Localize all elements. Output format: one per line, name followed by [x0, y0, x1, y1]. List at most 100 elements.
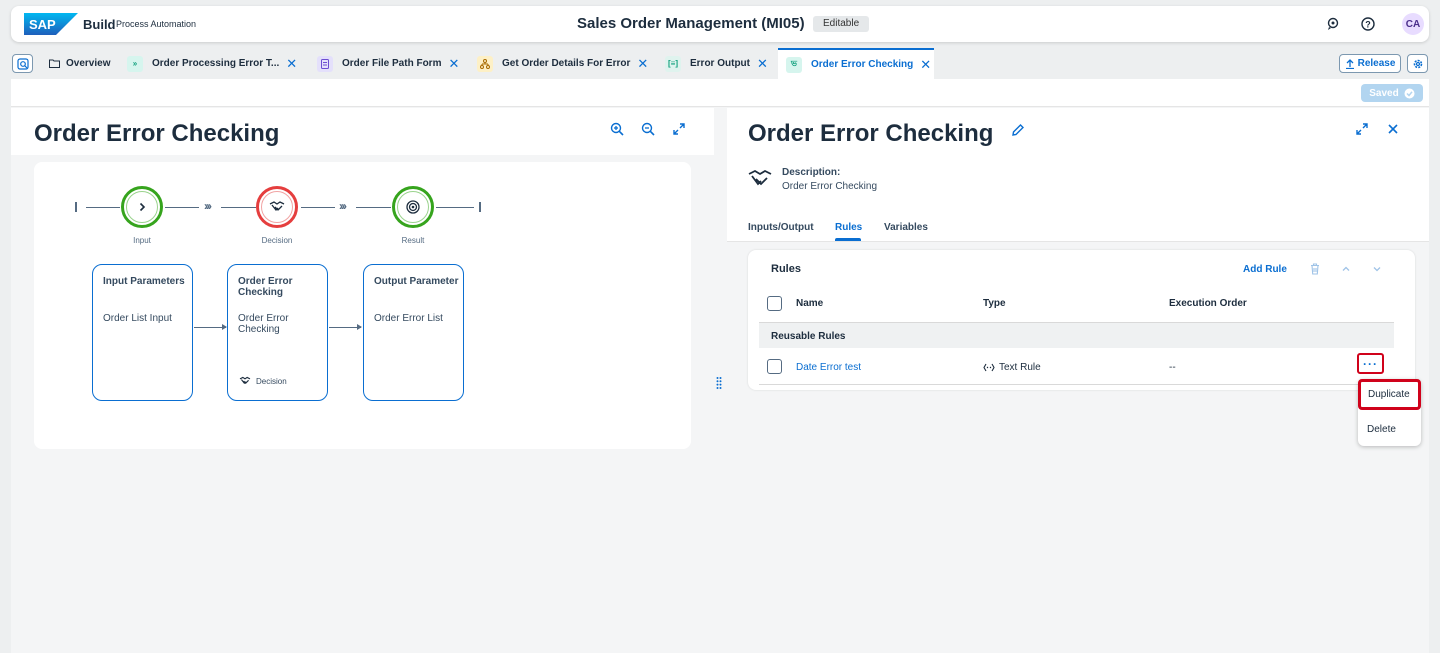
release-label: Release	[1357, 58, 1396, 69]
result-step-node[interactable]	[392, 186, 434, 228]
table-row[interactable]: Date Error test Text Rule -- ···	[759, 348, 1394, 385]
diagram-canvas[interactable]: ››› ››› Input Decision Result Input Para…	[34, 162, 691, 449]
flow-line	[301, 207, 335, 208]
joule-icon[interactable]	[1324, 15, 1342, 33]
close-icon[interactable]: ✕	[920, 57, 931, 73]
flow-line	[436, 207, 474, 208]
main-area: Saved Order Error Checking ››› ››› Input	[11, 79, 1429, 653]
flow-line	[221, 207, 256, 208]
pane-resize-handle[interactable]	[716, 376, 722, 390]
flow-end-marker	[479, 202, 481, 212]
tab-order-processing[interactable]: » Order Processing Error T... ✕	[127, 48, 307, 79]
column-header-type: Type	[983, 298, 1006, 309]
close-icon[interactable]: ✕	[757, 56, 768, 72]
tab-rules[interactable]: Rules	[835, 222, 862, 233]
tab-error-output[interactable]: [≡] Error Output ✕	[665, 48, 771, 79]
editor-tab-bar: Overview » Order Processing Error T... ✕…	[0, 48, 1440, 79]
automation-icon	[477, 55, 493, 72]
input-step-node[interactable]	[121, 186, 163, 228]
shell-bar: SAP Build Process Automation Sales Order…	[11, 6, 1429, 42]
more-actions-button[interactable]: ···	[1357, 353, 1384, 374]
tab-label: Overview	[66, 58, 111, 69]
box-text: Order List Input	[103, 313, 172, 324]
chevron-right-icon	[139, 202, 146, 212]
release-button[interactable]: Release	[1339, 54, 1401, 73]
process-icon: »	[127, 55, 143, 72]
output-parameter-box[interactable]: Output Parameter Order Error List	[363, 264, 464, 401]
flow-line	[86, 207, 120, 208]
settings-button[interactable]	[1407, 54, 1428, 73]
tab-inputs-output[interactable]: Inputs/Output	[748, 222, 814, 233]
active-tab-indicator	[835, 238, 861, 241]
expand-icon[interactable]	[1355, 122, 1369, 136]
target-icon	[406, 200, 420, 214]
row-actions-menu: Duplicate Delete	[1358, 379, 1421, 446]
tab-order-file-path-form[interactable]: Order File Path Form ✕	[317, 48, 467, 79]
rules-heading: Rules	[771, 263, 801, 275]
move-up-icon[interactable]	[1339, 262, 1353, 276]
tab-label: Order Error Checking	[811, 59, 914, 70]
reusable-rules-group: Reusable Rules	[759, 323, 1394, 348]
fit-screen-icon[interactable]	[672, 122, 686, 136]
saved-status: Saved	[1361, 84, 1423, 102]
edit-pencil-icon[interactable]	[1011, 123, 1025, 137]
product-name: Build	[83, 17, 116, 32]
row-checkbox[interactable]	[767, 359, 782, 374]
flow-line	[165, 207, 199, 208]
input-parameters-box[interactable]: Input Parameters Order List Input	[92, 264, 193, 401]
user-avatar[interactable]: CA	[1402, 13, 1424, 35]
close-icon[interactable]	[1387, 123, 1399, 135]
zoom-in-icon[interactable]	[610, 122, 624, 136]
handshake-icon	[269, 201, 285, 211]
close-icon[interactable]: ✕	[637, 56, 648, 72]
tab-get-order-details[interactable]: Get Order Details For Error ✕	[477, 48, 651, 79]
input-step-label: Input	[133, 236, 151, 245]
tab-overview[interactable]: Overview	[48, 48, 120, 79]
decision-step-node[interactable]	[256, 186, 298, 228]
result-step-label: Result	[401, 236, 425, 245]
tab-label: Order File Path Form	[342, 58, 442, 69]
column-header-name: Name	[796, 298, 824, 309]
rules-panel: Rules Add Rule Name Type Execution Order…	[748, 250, 1415, 390]
help-icon[interactable]: ?	[1359, 15, 1377, 33]
menu-item-duplicate[interactable]: Duplicate	[1358, 379, 1421, 410]
gear-icon	[1413, 59, 1422, 68]
svg-text:?: ?	[1365, 20, 1371, 30]
close-icon[interactable]: ✕	[448, 56, 459, 72]
tab-label: Get Order Details For Error	[502, 58, 631, 69]
move-down-icon[interactable]	[1370, 262, 1384, 276]
flow-start-marker	[75, 202, 77, 212]
tab-order-error-checking[interactable]: ভ Order Error Checking ✕	[778, 48, 934, 79]
rule-name-link[interactable]: Date Error test	[796, 362, 861, 373]
add-rule-button[interactable]: Add Rule	[1243, 264, 1287, 275]
saved-label: Saved	[1369, 87, 1399, 99]
zoom-out-icon[interactable]	[641, 122, 655, 136]
flow-line	[356, 207, 391, 208]
sap-logo[interactable]: SAP	[24, 13, 78, 35]
delete-icon[interactable]	[1308, 262, 1322, 276]
diagram-title: Order Error Checking	[34, 120, 280, 147]
save-bar: Saved	[11, 79, 1429, 107]
tab-variables[interactable]: Variables	[884, 222, 928, 233]
rule-type-label: Text Rule	[999, 362, 1041, 373]
connector-arrow	[329, 324, 362, 330]
details-title: Order Error Checking	[748, 120, 994, 147]
handshake-icon	[748, 169, 772, 186]
select-all-checkbox[interactable]	[767, 296, 782, 311]
menu-item-delete[interactable]: Delete	[1358, 414, 1421, 445]
close-icon[interactable]: ✕	[286, 56, 297, 72]
text-rule-icon	[983, 363, 995, 372]
tab-label: Order Processing Error T...	[152, 58, 280, 69]
search-tabs-icon[interactable]	[12, 54, 33, 73]
folder-icon	[48, 56, 60, 72]
decision-box[interactable]: Order Error Checking Order Error Checkin…	[227, 264, 328, 401]
menu-label: Duplicate	[1368, 389, 1410, 400]
box-text: Order Error List	[374, 313, 443, 324]
tab-label: Error Output	[690, 58, 750, 69]
decision-icon: ভ	[786, 56, 802, 73]
box-title: Input Parameters	[103, 276, 185, 287]
upload-icon	[1345, 58, 1354, 69]
box-title: Output Parameter	[374, 276, 459, 287]
rules-table-header: Name Type Execution Order	[759, 287, 1394, 323]
check-icon	[1404, 88, 1415, 98]
